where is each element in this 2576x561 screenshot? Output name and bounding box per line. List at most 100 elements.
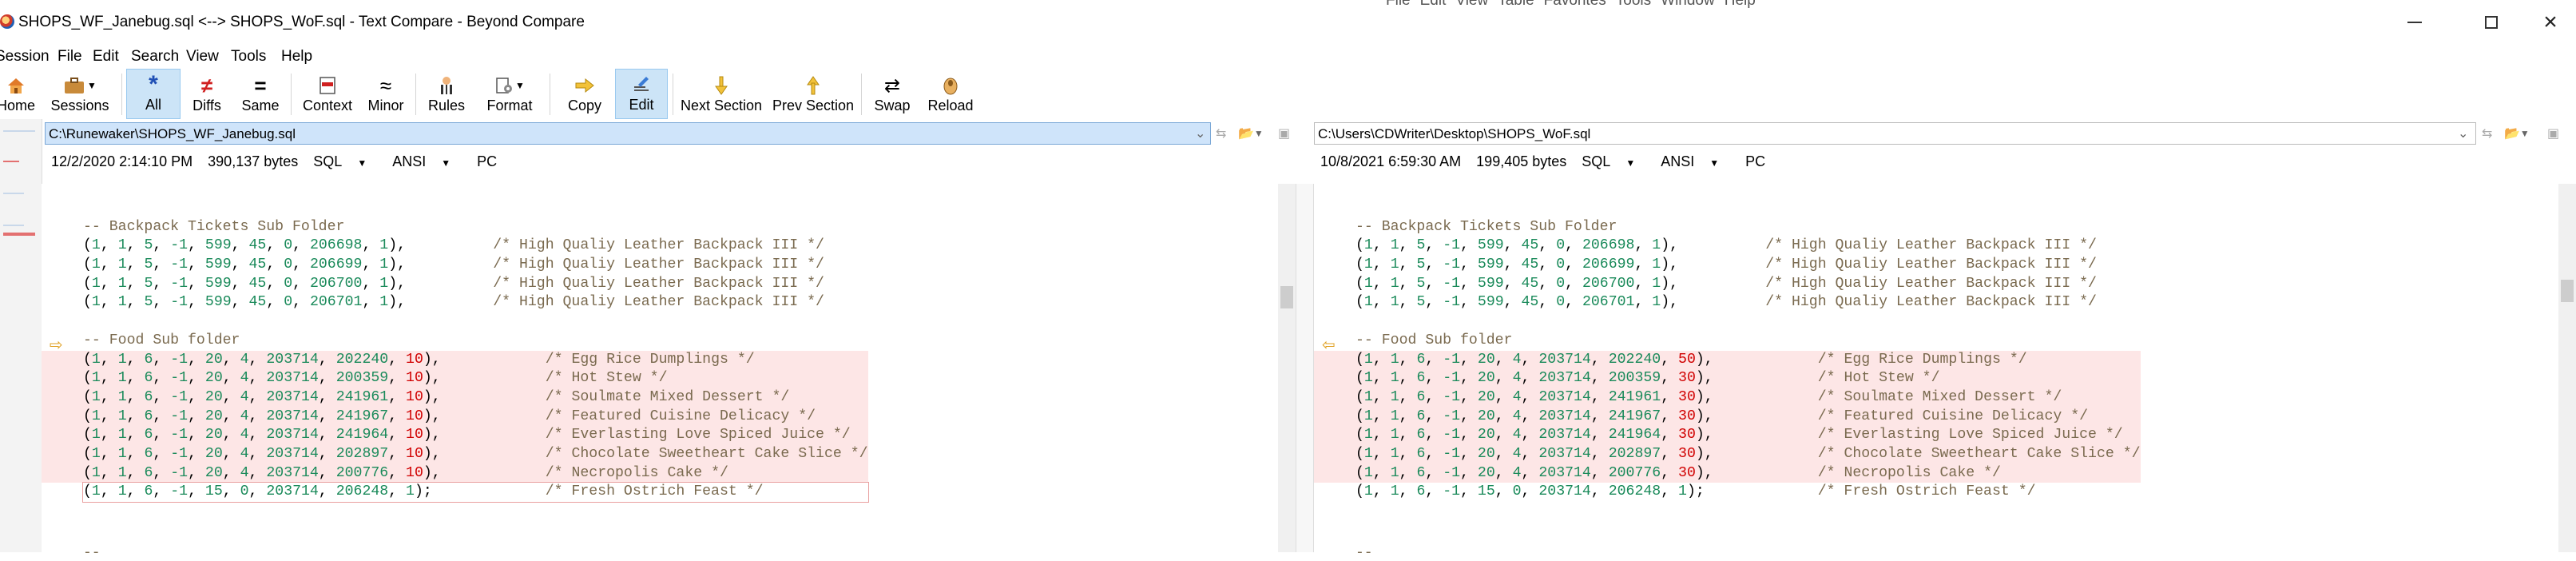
left-code-line[interactable]: -- Backpack Tickets Sub Folder [83,218,868,237]
home-button[interactable]: Home [0,69,37,119]
left-history-button[interactable]: ⇆ [1216,124,1226,143]
right-code-line[interactable]: (1, 1, 6, -1, 20, 4, 203714, 202897, 30)… [1314,444,2141,464]
sessions-button[interactable]: ▼ Sessions [43,69,117,119]
swap-button[interactable]: ⇄ Swap [866,69,919,119]
left-code-line[interactable]: (1, 1, 6, -1, 20, 4, 203714, 200776, 10)… [42,464,868,483]
left-code-line[interactable]: (1, 1, 6, -1, 15, 0, 203714, 206248, 1);… [82,482,869,503]
minimize-button[interactable] [2385,0,2444,45]
right-code-line[interactable]: (1, 1, 6, -1, 20, 4, 203714, 202240, 50)… [1314,350,2141,370]
close-icon: × [2543,9,2558,35]
left-format-select[interactable]: SQL ▼ [313,153,378,169]
left-code-line[interactable]: (1, 1, 5, -1, 599, 45, 0, 206700, 1), /*… [83,275,868,294]
left-scroll-thumb[interactable] [1280,286,1293,308]
toolbar-separator [861,74,862,115]
left-code-line[interactable]: (1, 1, 5, -1, 599, 45, 0, 206699, 1), /*… [83,256,868,275]
chevron-down-icon: ⌄ [1195,127,1206,141]
right-format-value: SQL [1582,153,1611,169]
left-code-line[interactable]: (1, 1, 6, -1, 20, 4, 203714, 200359, 10)… [42,369,868,388]
left-code-line[interactable]: (1, 1, 6, -1, 20, 4, 203714, 202240, 10)… [42,350,868,370]
right-code-line[interactable]: (1, 1, 6, -1, 20, 4, 203714, 200359, 30)… [1314,369,2141,388]
right-path-input[interactable]: C:\Users\CDWriter\Desktop\SHOPS_WoF.sql [1314,122,2476,145]
menu-tools[interactable]: Tools [231,45,266,69]
folder-icon: 📂 [2504,127,2520,141]
left-path-dropdown[interactable]: ⌄ [1195,124,1205,143]
next-section-button[interactable]: Next Section [677,69,765,119]
background-menu-item: View [1455,0,1489,9]
equal-icon: = [254,73,267,97]
overview-margin[interactable] [0,119,42,552]
same-button[interactable]: = Same [235,69,286,119]
right-code-line[interactable]: (1, 1, 5, -1, 599, 45, 0, 206699, 1), /*… [1355,256,2141,275]
diffs-button[interactable]: ≠ Diffs [182,69,232,119]
right-code-line[interactable] [1355,199,2141,218]
save-icon: ▣ [1278,127,1291,141]
left-path-row: C:\Runewaker\SHOPS_WF_Janebug.sql ⌄ ⇆ 📂 ▼… [45,119,1296,149]
menu-file[interactable]: File [58,45,82,69]
chevron-down-icon: ▼ [87,80,97,91]
left-code-line[interactable]: (1, 1, 6, -1, 20, 4, 203714, 241967, 10)… [42,407,868,427]
right-code-line[interactable]: (1, 1, 6, -1, 20, 4, 203714, 241967, 30)… [1314,407,2141,427]
left-encoding-select[interactable]: ANSI ▼ [392,153,462,169]
right-format-select[interactable]: SQL ▼ [1582,153,1646,169]
right-code-line[interactable]: (1, 1, 5, -1, 599, 45, 0, 206698, 1), /*… [1355,237,2141,256]
right-code-line[interactable] [1355,312,2141,332]
left-code-line[interactable] [83,199,868,218]
right-code-line[interactable]: (1, 1, 5, -1, 599, 45, 0, 206700, 1), /*… [1355,275,2141,294]
right-code-line[interactable]: (1, 1, 6, -1, 15, 0, 203714, 206248, 1);… [1355,483,2141,502]
minor-button[interactable]: ≈ Minor [361,69,411,119]
not-equal-icon: ≠ [200,73,213,97]
prev-section-button[interactable]: Prev Section [770,69,856,119]
left-encoding-value: ANSI [392,153,427,169]
left-code-line[interactable]: -- Food Sub folder [83,332,868,351]
menu-session[interactable]: Session [0,45,50,69]
right-line-endings[interactable]: PC [1745,153,1765,169]
beyond-compare-app-icon[interactable] [0,14,14,29]
rules-button[interactable]: Rules [420,69,473,119]
left-vertical-scrollbar[interactable] [1278,184,1296,552]
reload-icon [941,74,960,97]
menu-view[interactable]: View [186,45,219,69]
left-save-button[interactable]: ▣ [1278,124,1290,143]
right-code-line[interactable]: (1, 1, 6, -1, 20, 4, 203714, 241964, 30)… [1314,426,2141,445]
right-save-button[interactable]: ▣ [2547,124,2559,143]
right-code-line[interactable]: (1, 1, 5, -1, 599, 45, 0, 206701, 1), /*… [1355,293,2141,312]
left-line-endings[interactable]: PC [477,153,497,169]
right-encoding-select[interactable]: ANSI ▼ [1661,153,1730,169]
maximize-icon [2485,16,2498,29]
left-code-line[interactable]: (1, 1, 5, -1, 599, 45, 0, 206698, 1), /*… [83,237,868,256]
right-code-line[interactable]: -- Backpack Tickets Sub Folder [1355,218,2141,237]
all-button[interactable]: * All [126,69,181,119]
maximize-button[interactable] [2462,0,2521,45]
pane-divider[interactable] [1296,184,1314,552]
format-button[interactable]: ▼ Format [474,69,545,119]
left-code-line[interactable] [83,312,868,332]
menu-help[interactable]: Help [281,45,312,69]
right-history-button[interactable]: ⇆ [2482,124,2492,143]
left-open-folder-button[interactable]: 📂 ▼ [1238,124,1264,143]
right-open-folder-button[interactable]: 📂 ▼ [2504,124,2530,143]
edit-button[interactable]: Edit [615,69,668,119]
right-code-line[interactable]: -- Food Sub folder [1355,332,2141,351]
menu-search[interactable]: Search [131,45,179,69]
chevron-down-icon: ▼ [357,157,367,169]
left-code-line[interactable]: (1, 1, 5, -1, 599, 45, 0, 206701, 1), /*… [83,293,868,312]
left-file-size: 390,137 bytes [208,153,299,169]
right-code-line[interactable]: (1, 1, 6, -1, 20, 4, 203714, 200776, 30)… [1314,464,2141,483]
right-scroll-thumb[interactable] [2561,280,2574,302]
left-code-line[interactable]: (1, 1, 6, -1, 20, 4, 203714, 202897, 10)… [42,444,868,464]
left-code-line[interactable]: (1, 1, 6, -1, 20, 4, 203714, 241961, 10)… [42,388,868,408]
chevron-down-icon: ▼ [515,80,525,91]
reload-button[interactable]: Reload [922,69,979,119]
right-vertical-scrollbar[interactable] [2558,184,2576,552]
right-code-line[interactable]: (1, 1, 6, -1, 20, 4, 203714, 241961, 30)… [1314,388,2141,408]
menu-edit[interactable]: Edit [93,45,119,69]
copy-button[interactable]: Copy [556,69,613,119]
right-text-pane[interactable]: ⇦ -- Backpack Tickets Sub Folder (1, 1, 5… [1314,184,2560,561]
close-button[interactable]: × [2521,0,2576,45]
left-text-pane[interactable]: ⇨ -- Backpack Tickets Sub Folder (1, 1, 5… [42,184,1296,561]
toolbar-separator [291,74,292,115]
context-button[interactable]: Context [296,69,359,119]
right-path-dropdown[interactable]: ⌄ [2458,124,2468,143]
left-path-input[interactable]: C:\Runewaker\SHOPS_WF_Janebug.sql [45,122,1211,145]
left-code-line[interactable]: (1, 1, 6, -1, 20, 4, 203714, 241964, 10)… [42,426,868,445]
